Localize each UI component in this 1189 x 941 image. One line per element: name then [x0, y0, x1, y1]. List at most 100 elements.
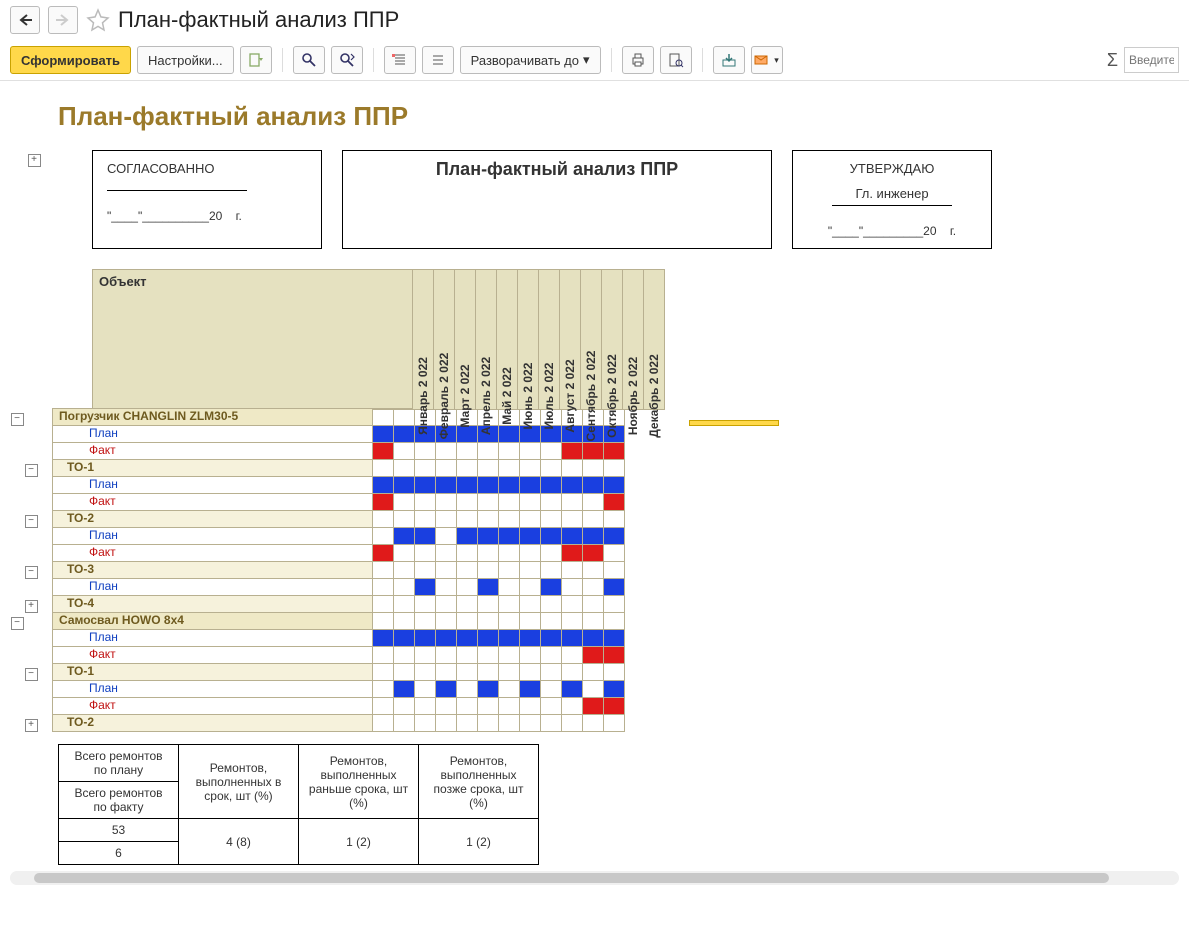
highlight-strip	[689, 420, 779, 426]
gantt-cell	[394, 477, 415, 494]
settings-button[interactable]: Настройки...	[137, 46, 234, 74]
gantt-cell	[436, 579, 457, 596]
gantt-cell	[499, 647, 520, 664]
gantt-cell	[583, 647, 604, 664]
collapse-icon[interactable]: −	[25, 566, 38, 579]
gantt-cell	[583, 443, 604, 460]
chevron-down-icon: ▾	[583, 52, 590, 68]
sub-row-label: ТО-3	[53, 562, 373, 579]
gantt-cell	[457, 647, 478, 664]
gantt-cell	[415, 443, 436, 460]
back-button[interactable]	[10, 6, 40, 34]
summary-early: 1 (2)	[299, 819, 419, 865]
send-button[interactable]: ▾	[751, 46, 783, 74]
gantt-cell	[394, 460, 415, 477]
gantt-cell	[583, 698, 604, 715]
expand-icon[interactable]: +	[25, 719, 38, 732]
approval-left-box: СОГЛАСОВАННО "____"__________20 г.	[92, 150, 322, 249]
gantt-cell	[373, 460, 394, 477]
gantt-cell	[562, 562, 583, 579]
expand-to-button[interactable]: Разворачивать до▾	[460, 46, 601, 74]
gantt-cell	[541, 715, 562, 732]
gantt-cell	[562, 477, 583, 494]
collapse-all-button[interactable]	[422, 46, 454, 74]
gantt-cell	[415, 477, 436, 494]
collapse-icon[interactable]: −	[25, 668, 38, 681]
expand-icon[interactable]: +	[28, 154, 41, 167]
page-title: План-фактный анализ ППР	[118, 7, 399, 33]
gantt-cell	[562, 698, 583, 715]
forward-button[interactable]	[48, 6, 78, 34]
expand-all-button[interactable]	[384, 46, 416, 74]
month-header: Ноябрь 2 022	[623, 270, 644, 410]
find-button[interactable]	[293, 46, 325, 74]
expand-icon[interactable]: +	[25, 600, 38, 613]
gantt-cell	[499, 426, 520, 443]
plan-label: План	[53, 528, 373, 545]
collapse-icon[interactable]: −	[11, 617, 24, 630]
find-next-button[interactable]	[331, 46, 363, 74]
save-button[interactable]	[713, 46, 745, 74]
month-header: Август 2 022	[560, 270, 581, 410]
collapse-icon[interactable]: −	[11, 413, 24, 426]
gantt-cell	[583, 664, 604, 681]
month-header: Январь 2 022	[413, 270, 434, 410]
gantt-cell	[562, 715, 583, 732]
gantt-cell	[520, 494, 541, 511]
plan-label: План	[53, 579, 373, 596]
gantt-cell	[478, 630, 499, 647]
gantt-cell	[394, 409, 415, 426]
favorite-star-icon[interactable]	[86, 8, 110, 32]
print-button[interactable]	[622, 46, 654, 74]
gantt-cell	[415, 664, 436, 681]
gantt-cell	[520, 460, 541, 477]
horizontal-scrollbar[interactable]	[10, 871, 1179, 885]
preview-button[interactable]	[660, 46, 692, 74]
gantt-cell	[394, 426, 415, 443]
gantt-cell	[562, 460, 583, 477]
chevron-down-icon: ▾	[774, 55, 779, 66]
gantt-cell	[541, 528, 562, 545]
gantt-cell	[478, 494, 499, 511]
gantt-cell	[499, 596, 520, 613]
gantt-cell	[478, 647, 499, 664]
gantt-cell	[604, 494, 625, 511]
month-header: Декабрь 2 022	[644, 270, 665, 410]
month-header: Март 2 022	[455, 270, 476, 410]
gantt-cell	[394, 715, 415, 732]
gantt-cell	[394, 562, 415, 579]
generate-button[interactable]: Сформировать	[10, 46, 131, 74]
gantt-cell	[562, 545, 583, 562]
gantt-cell	[562, 494, 583, 511]
gantt-cell	[583, 528, 604, 545]
collapse-icon[interactable]: −	[25, 515, 38, 528]
gantt-cell	[583, 681, 604, 698]
sub-row-label: ТО-4	[53, 596, 373, 613]
gantt-cell	[520, 647, 541, 664]
collapse-icon[interactable]: −	[25, 464, 38, 477]
gantt-cell	[457, 681, 478, 698]
gantt-cell	[478, 545, 499, 562]
sub-row-label: ТО-1	[53, 460, 373, 477]
search-input[interactable]	[1124, 47, 1179, 73]
gantt-cell	[541, 511, 562, 528]
scrollbar-thumb[interactable]	[34, 873, 1109, 883]
gantt-cell	[436, 596, 457, 613]
gantt-cell	[415, 698, 436, 715]
gantt-cell	[583, 715, 604, 732]
gantt-cell	[499, 664, 520, 681]
gantt-cell	[583, 477, 604, 494]
plan-label: План	[53, 630, 373, 647]
approved-left-label: СОГЛАСОВАННО	[107, 161, 307, 176]
sum-icon[interactable]: Σ	[1107, 50, 1118, 71]
gantt-cell	[499, 443, 520, 460]
fact-label: Факт	[53, 698, 373, 715]
save-variant-button[interactable]	[240, 46, 272, 74]
gantt-cell	[520, 613, 541, 630]
gantt-cell	[436, 562, 457, 579]
gantt-cell	[604, 613, 625, 630]
gantt-cell	[478, 443, 499, 460]
gantt-cell	[373, 698, 394, 715]
gantt-cell	[394, 630, 415, 647]
gantt-cell	[457, 426, 478, 443]
